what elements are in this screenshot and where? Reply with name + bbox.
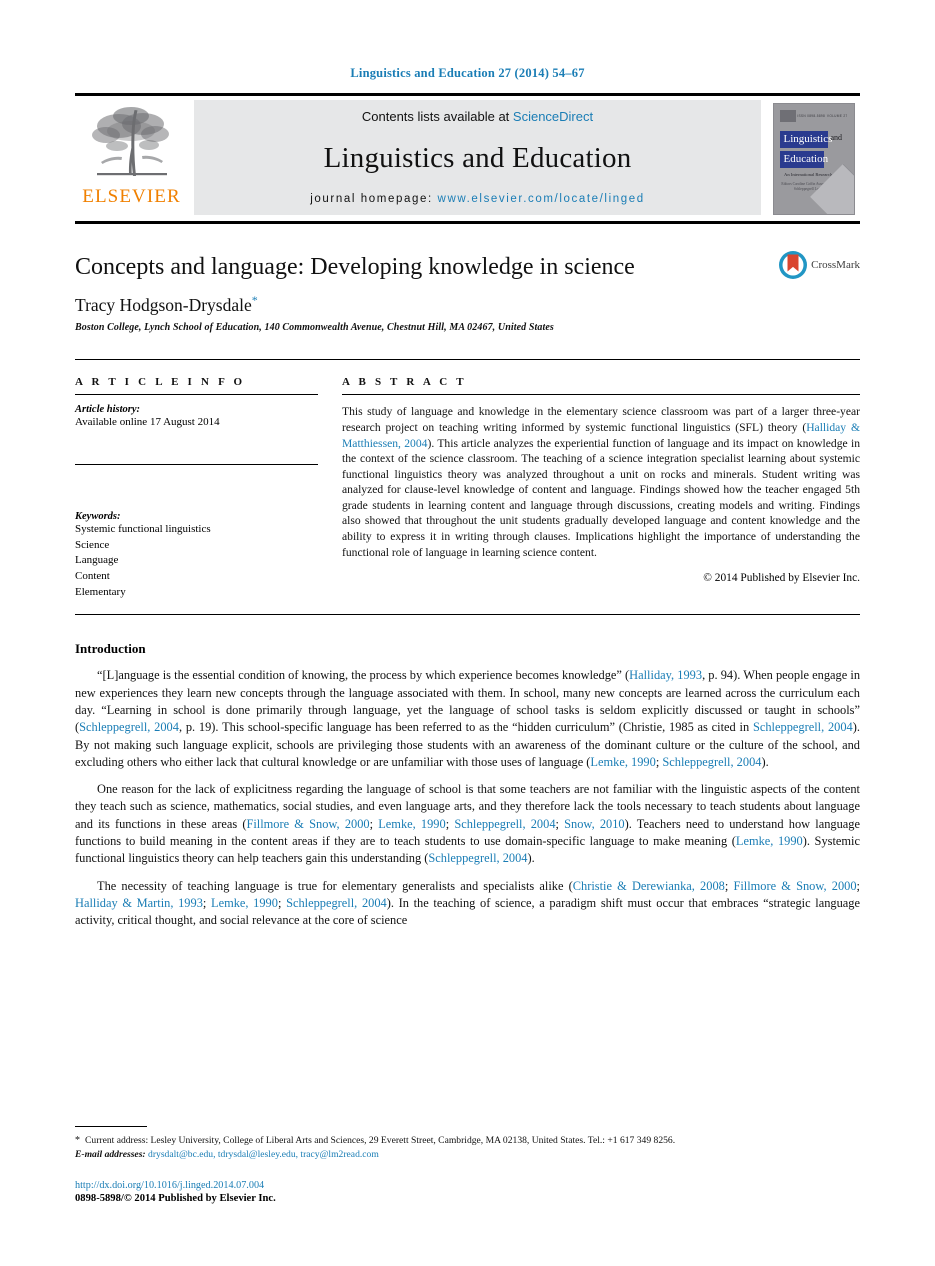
abstract-text: This study of language and knowledge in … xyxy=(342,405,861,559)
introduction-heading: Introduction xyxy=(75,641,146,657)
keywords-label: Keywords: xyxy=(75,511,121,523)
article-page: Linguistics and Education 27 (2014) 54–6… xyxy=(0,0,935,1266)
cover-issn-text: ISSN 0898-5898 xyxy=(797,114,826,118)
journal-masthead: ELSEVIER Contents lists available at Sci… xyxy=(75,93,860,224)
info-rule-top xyxy=(75,394,318,396)
crossmark-badge[interactable]: CrossMark xyxy=(778,250,860,280)
introduction-paragraph-2: One reason for the lack of explicitness … xyxy=(75,782,860,866)
keyword-item: Systemic functional linguistics xyxy=(75,523,211,536)
masthead-center: Contents lists available at ScienceDirec… xyxy=(194,100,761,215)
running-head: Linguistics and Education 27 (2014) 54–6… xyxy=(350,66,585,80)
author-text: Tracy Hodgson-Drysdale xyxy=(75,294,252,315)
journal-homepage-line: journal homepage: www.elsevier.com/locat… xyxy=(310,193,644,205)
footnote-address: * Current address: Lesley University, Col… xyxy=(75,1134,860,1149)
footnote-block: * Current address: Lesley University, Col… xyxy=(75,1125,860,1162)
keyword-item: Content xyxy=(75,570,110,583)
article-info-heading: A R T I C L E I N F O xyxy=(75,376,246,389)
journal-title: Linguistics and Education xyxy=(323,142,632,174)
abstract-heading: A B S T R A C T xyxy=(342,376,467,389)
cover-image: ISSN 0898-5898 VOLUME 27 Linguistics and… xyxy=(772,102,855,215)
homepage-url-link[interactable]: www.elsevier.com/locate/linged xyxy=(438,193,645,205)
cover-title-line2: Education xyxy=(779,150,828,168)
elsevier-wordmark: ELSEVIER xyxy=(82,186,181,207)
sciencedirect-link[interactable]: ScienceDirect xyxy=(513,109,593,124)
homepage-prefix: journal homepage: xyxy=(310,193,438,205)
footnote-rule xyxy=(75,1125,147,1127)
author-footnote-marker[interactable]: * xyxy=(252,293,258,307)
footnote-address-text: Current address: Lesley University, Coll… xyxy=(85,1134,676,1146)
keywords-block: Keywords: Systemic functional linguistic… xyxy=(75,511,318,600)
cover-elsevier-icon xyxy=(779,110,796,122)
author-name: Tracy Hodgson-Drysdale* xyxy=(75,293,860,316)
info-rule-mid xyxy=(75,464,318,466)
crossmark-label: CrossMark xyxy=(811,259,860,271)
doi-block: http://dx.doi.org/10.1016/j.linged.2014.… xyxy=(75,1180,276,1204)
info-abstract-section: A R T I C L E I N F O Article history: A… xyxy=(75,359,860,616)
article-info-column: A R T I C L E I N F O Article history: A… xyxy=(75,376,318,600)
keyword-item: Elementary xyxy=(75,585,126,598)
footnote-star-marker: * xyxy=(75,1134,80,1146)
cover-title-and: and xyxy=(830,132,843,142)
footnote-emails: E-mail addresses: drysdalt@bc.edu, tdrys… xyxy=(75,1148,860,1162)
abstract-rule-top xyxy=(342,394,860,396)
article-history-value: Available online 17 August 2014 xyxy=(75,416,220,429)
introduction-paragraph-1: “[L]anguage is the essential condition o… xyxy=(75,668,861,769)
email-addresses-label: E-mail addresses: xyxy=(75,1149,146,1161)
cover-volume-text: VOLUME 27 xyxy=(826,114,848,118)
cover-title-line1: Linguistics xyxy=(779,130,832,148)
keyword-item: Science xyxy=(75,538,110,551)
keyword-item: Language xyxy=(75,554,119,567)
abstract-copyright: © 2014 Published by Elsevier Inc. xyxy=(703,572,860,585)
issn-copyright-line: 0898-5898/© 2014 Published by Elsevier I… xyxy=(75,1193,276,1204)
page-title: Concepts and language: Developing knowle… xyxy=(75,254,635,280)
crossmark-icon xyxy=(779,251,808,279)
elsevier-logo: ELSEVIER xyxy=(75,96,188,221)
article-history-label: Article history: xyxy=(75,404,141,416)
introduction-paragraph-3: The necessity of teaching language is tr… xyxy=(75,878,860,928)
abstract-column: A B S T R A C T This study of language a… xyxy=(342,376,860,600)
email-addresses-links[interactable]: drysdalt@bc.edu, tdrysdal@lesley.edu, tr… xyxy=(148,1149,379,1160)
journal-cover-thumbnail: ISSN 0898-5898 VOLUME 27 Linguistics and… xyxy=(767,96,860,221)
contents-lists-line: Contents lists available at ScienceDirec… xyxy=(362,109,593,124)
cover-top-strip: ISSN 0898-5898 VOLUME 27 xyxy=(779,110,848,123)
title-row: Concepts and language: Developing knowle… xyxy=(75,251,860,282)
elsevier-tree-icon xyxy=(91,107,169,176)
doi-link[interactable]: http://dx.doi.org/10.1016/j.linged.2014.… xyxy=(75,1180,276,1191)
contents-prefix: Contents lists available at xyxy=(361,109,513,124)
author-affiliation: Boston College, Lynch School of Educatio… xyxy=(75,322,554,334)
